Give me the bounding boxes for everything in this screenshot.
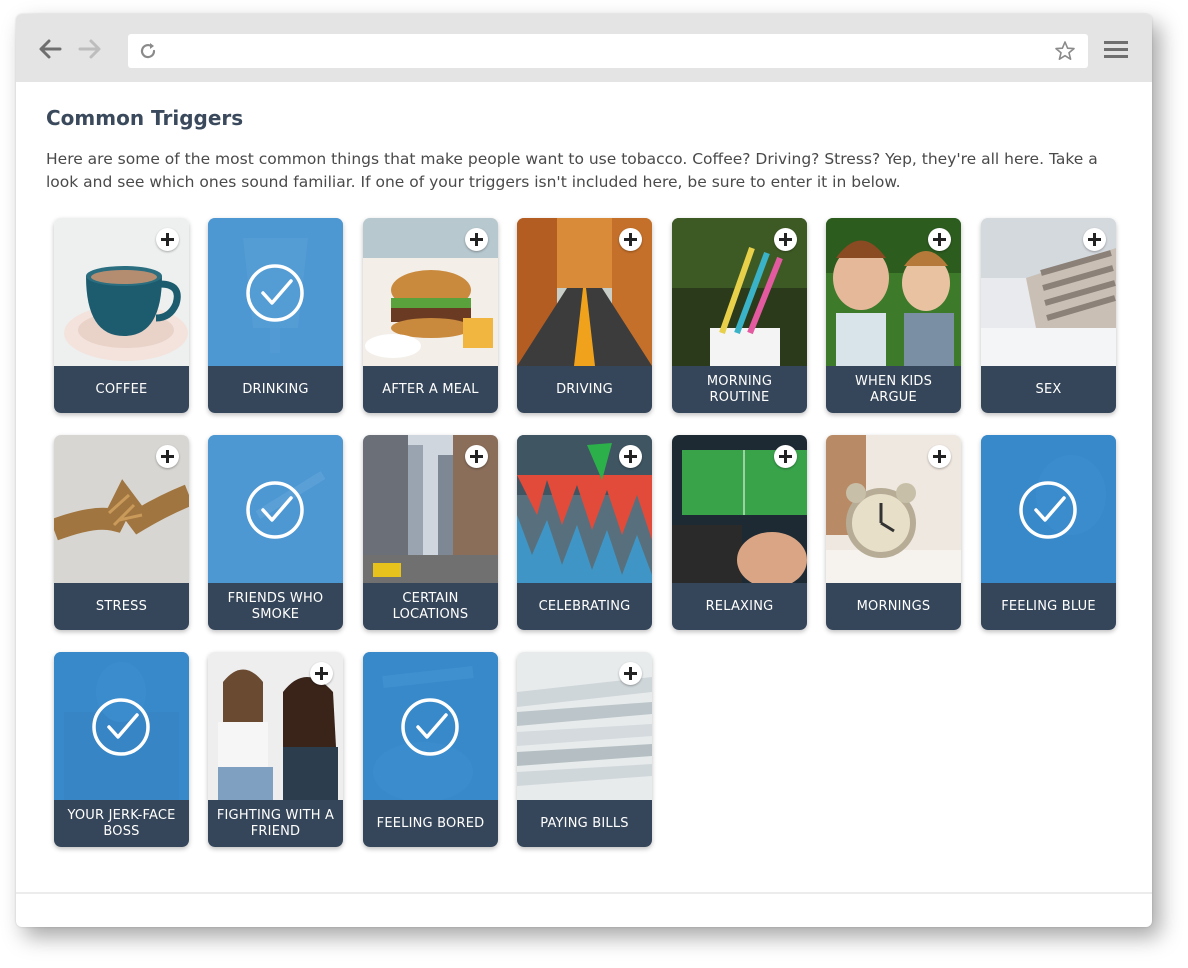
checkmark-circle-icon — [245, 263, 305, 323]
browser-window: Common Triggers Here are some of the mos… — [16, 14, 1152, 927]
trigger-card-morning-routine[interactable]: MORNING ROUTINE — [672, 218, 807, 413]
add-plus-icon[interactable] — [619, 445, 642, 468]
add-plus-icon[interactable] — [1083, 228, 1106, 251]
add-plus-icon[interactable] — [928, 445, 951, 468]
intro-text: Here are some of the most common things … — [46, 150, 1098, 191]
trigger-label: SEX — [981, 366, 1116, 413]
trigger-label: PAYING BILLS — [517, 800, 652, 847]
trigger-label: FEELING BORED — [363, 800, 498, 847]
checkmark-circle-icon — [1018, 480, 1078, 540]
trigger-card-fighting-with-a-friend[interactable]: FIGHTING WITH A FRIEND — [208, 652, 343, 847]
trigger-label: DRIVING — [517, 366, 652, 413]
add-plus-icon[interactable] — [928, 228, 951, 251]
footer-divider — [16, 892, 1152, 894]
checkmark-circle-icon — [400, 697, 460, 757]
trigger-card-after-a-meal[interactable]: AFTER A MEAL — [363, 218, 498, 413]
trigger-card-mornings[interactable]: MORNINGS — [826, 435, 961, 630]
trigger-card-friends-who-smoke[interactable]: FRIENDS WHO SMOKE — [208, 435, 343, 630]
add-plus-icon[interactable] — [156, 228, 179, 251]
trigger-label: MORNING ROUTINE — [672, 366, 807, 413]
trigger-card-relaxing[interactable]: RELAXING — [672, 435, 807, 630]
trigger-label: DRINKING — [208, 366, 343, 413]
add-plus-icon[interactable] — [156, 445, 179, 468]
trigger-card-certain-locations[interactable]: CERTAIN LOCATIONS — [363, 435, 498, 630]
checkmark-circle-icon — [245, 480, 305, 540]
add-plus-icon[interactable] — [619, 228, 642, 251]
trigger-label: FRIENDS WHO SMOKE — [208, 583, 343, 630]
hamburger-menu-icon[interactable] — [1102, 38, 1130, 60]
star-icon[interactable] — [1054, 40, 1076, 62]
trigger-card-feeling-blue[interactable]: FEELING BLUE — [981, 435, 1116, 630]
trigger-label: CELEBRATING — [517, 583, 652, 630]
trigger-label: COFFEE — [54, 366, 189, 413]
trigger-label: CERTAIN LOCATIONS — [363, 583, 498, 630]
trigger-label: MORNINGS — [826, 583, 961, 630]
trigger-label: AFTER A MEAL — [363, 366, 498, 413]
add-plus-icon[interactable] — [465, 228, 488, 251]
trigger-card-stress[interactable]: STRESS — [54, 435, 189, 630]
trigger-card-your-jerk-face-boss[interactable]: YOUR JERK-FACE BOSS — [54, 652, 189, 847]
checkmark-circle-icon — [91, 697, 151, 757]
trigger-card-when-kids-argue[interactable]: WHEN KIDS ARGUE — [826, 218, 961, 413]
reload-icon[interactable] — [138, 41, 158, 61]
trigger-card-coffee[interactable]: COFFEE — [54, 218, 189, 413]
add-plus-icon[interactable] — [774, 228, 797, 251]
browser-toolbar — [16, 14, 1152, 82]
trigger-label: FEELING BLUE — [981, 583, 1116, 630]
address-bar[interactable] — [128, 34, 1088, 68]
trigger-label: RELAXING — [672, 583, 807, 630]
trigger-label: WHEN KIDS ARGUE — [826, 366, 961, 413]
trigger-label: STRESS — [54, 583, 189, 630]
trigger-card-drinking[interactable]: DRINKING — [208, 218, 343, 413]
arrow-left-icon[interactable] — [36, 36, 64, 62]
trigger-card-paying-bills[interactable]: PAYING BILLS — [517, 652, 652, 847]
trigger-label: YOUR JERK-FACE BOSS — [54, 800, 189, 847]
add-plus-icon[interactable] — [310, 662, 333, 685]
page-title: Common Triggers — [46, 106, 244, 130]
add-plus-icon[interactable] — [774, 445, 797, 468]
add-plus-icon[interactable] — [465, 445, 488, 468]
trigger-card-driving[interactable]: DRIVING — [517, 218, 652, 413]
trigger-label: FIGHTING WITH A FRIEND — [208, 800, 343, 847]
add-plus-icon[interactable] — [619, 662, 642, 685]
trigger-card-feeling-bored[interactable]: FEELING BORED — [363, 652, 498, 847]
trigger-card-celebrating[interactable]: CELEBRATING — [517, 435, 652, 630]
trigger-card-sex[interactable]: SEX — [981, 218, 1116, 413]
arrow-right-icon[interactable] — [76, 36, 104, 62]
